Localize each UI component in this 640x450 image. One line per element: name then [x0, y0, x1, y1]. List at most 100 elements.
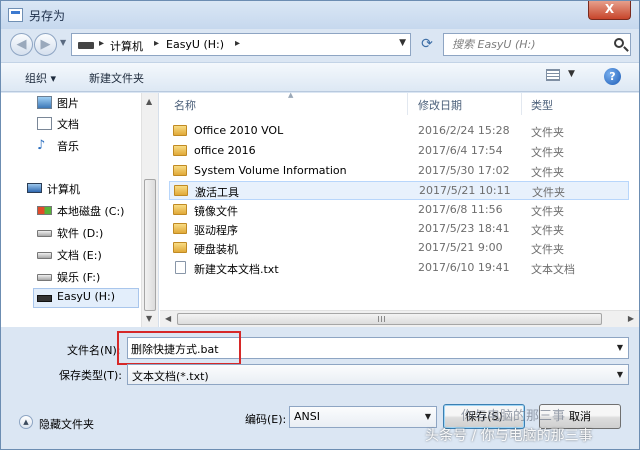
scroll-right-icon[interactable]: ▶ [628, 314, 634, 323]
back-button[interactable]: ◀ [10, 33, 33, 56]
filename-dropdown-icon[interactable]: ▼ [617, 343, 623, 352]
column-header-type[interactable]: 类型 [531, 97, 553, 113]
search-input[interactable] [452, 37, 602, 52]
breadcrumb-computer[interactable]: 计算机 [110, 38, 143, 54]
file-row[interactable]: 驱动程序 2017/5/23 18:41 文件夹 [169, 220, 629, 239]
music-icon: ♪ [37, 138, 46, 153]
computer-icon [27, 183, 42, 193]
file-date: 2016/2/24 15:28 [418, 124, 510, 137]
file-name: 驱动程序 [194, 224, 238, 237]
encoding-select[interactable]: ANSI ▼ [289, 406, 437, 428]
folder-icon [173, 242, 187, 253]
drive-icon [37, 230, 52, 237]
file-date: 2017/5/30 17:02 [418, 164, 510, 177]
file-row[interactable]: Office 2010 VOL 2016/2/24 15:28 文件夹 [169, 122, 629, 141]
file-list: ▲ 名称 修改日期 类型 Office 2010 VOL 2016/2/24 1… [160, 91, 639, 327]
save-as-dialog: 另存为 X ◀ ▶ ▼ ▸ 计算机 ▸ EasyU (H:) ▸ ▼ ⟳ 组织 … [0, 0, 640, 450]
search-icon[interactable] [614, 38, 624, 48]
address-bar[interactable]: ▸ 计算机 ▸ EasyU (H:) ▸ ▼ [71, 33, 411, 56]
folder-icon [173, 165, 187, 176]
filetype-select[interactable]: 文本文档(*.txt) ▼ [127, 364, 629, 385]
navigation-bar: ◀ ▶ ▼ ▸ 计算机 ▸ EasyU (H:) ▸ ▼ ⟳ [1, 29, 639, 61]
encoding-dropdown-icon[interactable]: ▼ [425, 412, 431, 421]
documents-icon [37, 117, 52, 130]
sidebar-item-label: 音乐 [57, 140, 79, 153]
content-area: 图片 文档 ♪ 音乐 计算机 本地磁盘 (C:) 软件 (D:) 文档 (E:)… [1, 91, 639, 327]
recent-locations-chevron-icon[interactable]: ▼ [60, 38, 66, 47]
filetype-dropdown-icon[interactable]: ▼ [617, 370, 623, 379]
sidebar-item-label: 娱乐 (F:) [57, 271, 101, 284]
file-type: 文件夹 [531, 146, 564, 159]
file-row[interactable]: 激活工具 2017/5/21 10:11 文件夹 [169, 181, 629, 200]
breadcrumb-separator-icon[interactable]: ▸ [99, 38, 104, 49]
file-date: 2017/6/8 11:56 [418, 203, 503, 216]
column-header-date[interactable]: 修改日期 [418, 97, 462, 113]
breadcrumb-separator-icon[interactable]: ▸ [235, 38, 240, 49]
file-name: office 2016 [194, 144, 256, 157]
file-name: System Volume Information [194, 164, 347, 177]
sort-ascending-icon: ▲ [288, 91, 294, 99]
filetype-label: 保存类型(T): [59, 369, 123, 382]
search-box[interactable] [443, 33, 631, 56]
file-row[interactable]: 镜像文件 2017/6/8 11:56 文件夹 [169, 201, 629, 220]
horizontal-scrollbar[interactable]: ◀ ▶ [160, 310, 639, 327]
sidebar-item-label: 图片 [57, 97, 79, 110]
navigation-pane: 图片 文档 ♪ 音乐 计算机 本地磁盘 (C:) 软件 (D:) 文档 (E:)… [1, 93, 159, 327]
notepad-icon [8, 8, 23, 22]
scroll-down-icon[interactable]: ▼ [146, 314, 152, 323]
file-name: 激活工具 [195, 186, 239, 199]
folder-icon [173, 125, 187, 136]
file-type: 文件夹 [531, 243, 564, 256]
encoding-value: ANSI [294, 410, 320, 423]
file-name: 新建文本文档.txt [194, 263, 279, 276]
scroll-left-icon[interactable]: ◀ [165, 314, 171, 323]
breadcrumb-separator-icon[interactable]: ▸ [154, 38, 159, 49]
watermark-text: 你与电脑的那三事 [461, 409, 566, 424]
collapse-chevron-icon[interactable]: ▲ [19, 415, 33, 429]
new-folder-button[interactable]: 新建文件夹 [89, 70, 144, 86]
title-bar[interactable]: 另存为 X [1, 1, 639, 29]
file-row[interactable]: office 2016 2017/6/4 17:54 文件夹 [169, 142, 629, 161]
drive-icon [37, 274, 52, 281]
file-type: 文件夹 [531, 166, 564, 179]
breadcrumb-drive[interactable]: EasyU (H:) [166, 38, 224, 51]
column-separator[interactable] [521, 93, 522, 115]
file-type: 文件夹 [532, 186, 565, 199]
navigation-pane-scrollbar[interactable]: ▲ ▼ [141, 93, 158, 327]
close-button[interactable]: X [588, 1, 631, 20]
file-date: 2017/6/4 17:54 [418, 144, 503, 157]
scroll-up-icon[interactable]: ▲ [146, 97, 152, 106]
file-date: 2017/5/21 10:11 [419, 184, 511, 197]
pictures-icon [37, 96, 52, 109]
hide-folders-label[interactable]: 隐藏文件夹 [39, 416, 94, 432]
address-dropdown-icon[interactable]: ▼ [399, 38, 406, 48]
file-row[interactable]: 硬盘装机 2017/5/21 9:00 文件夹 [169, 239, 629, 258]
file-date: 2017/5/23 18:41 [418, 222, 510, 235]
sidebar-item-label: 文档 [57, 118, 79, 131]
column-header-name[interactable]: 名称 [174, 97, 196, 113]
usb-drive-icon [37, 295, 52, 302]
sidebar-item-label: EasyU (H:) [57, 290, 116, 303]
organize-button[interactable]: 组织 ▾ [25, 70, 56, 86]
scroll-thumb[interactable] [144, 179, 156, 311]
sidebar-item-label: 文档 (E:) [57, 249, 102, 262]
forward-button[interactable]: ▶ [34, 33, 57, 56]
file-row[interactable]: System Volume Information 2017/5/30 17:0… [169, 162, 629, 181]
file-row[interactable]: 新建文本文档.txt 2017/6/10 19:41 文本文档 [169, 259, 629, 278]
help-icon[interactable]: ? [604, 68, 621, 85]
view-options-icon[interactable] [546, 69, 560, 81]
file-name: 镜像文件 [194, 205, 238, 218]
view-dropdown-icon[interactable]: ▼ [568, 69, 575, 79]
file-name: 硬盘装机 [194, 243, 238, 256]
file-date: 2017/5/21 9:00 [418, 241, 503, 254]
drive-icon [78, 42, 94, 49]
refresh-icon[interactable]: ⟳ [414, 33, 440, 56]
scroll-grip-icon [378, 316, 387, 322]
sidebar-item-drive-h[interactable]: EasyU (H:) [33, 288, 139, 308]
folder-icon [173, 204, 187, 215]
drive-icon [37, 252, 52, 259]
folder-icon [174, 185, 188, 196]
file-type: 文件夹 [531, 126, 564, 139]
scroll-thumb[interactable] [177, 313, 602, 325]
column-separator[interactable] [407, 93, 408, 115]
